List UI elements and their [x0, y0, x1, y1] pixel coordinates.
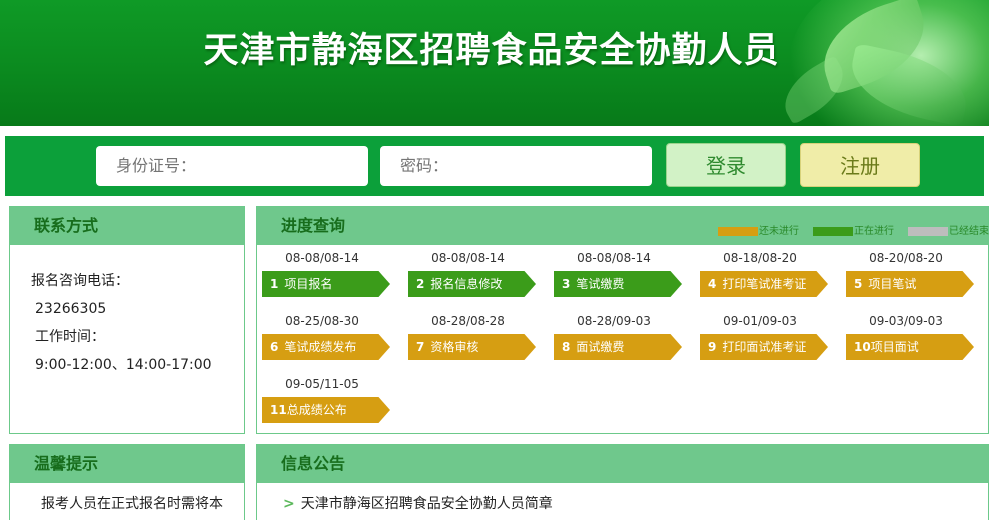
progress-panel: 进度查询 还未进行 正在进行 已经结束 08-08/08-14 1 项目报名 08…: [256, 206, 989, 434]
step-label: 打印面试准考证: [722, 340, 807, 354]
step-label: 笔试缴费: [576, 277, 625, 291]
step-date: 08-08/08-14: [431, 251, 505, 265]
progress-step: 08-28/09-03 8 面试缴费: [554, 313, 682, 360]
step-tag[interactable]: 3 笔试缴费: [554, 271, 682, 297]
progress-step: 09-05/11-05 11总成绩公布: [262, 376, 390, 423]
step-label: 笔试成绩发布: [284, 340, 357, 354]
notice-item-link[interactable]: 天津市静海区招聘食品安全协勤人员简章: [301, 496, 553, 512]
id-number-input[interactable]: [96, 146, 368, 186]
hours-value: 9:00-12:00、14:00-17:00: [35, 357, 212, 373]
step-number: 1: [270, 277, 279, 291]
step-label: 面试缴费: [576, 340, 625, 354]
step-date: 09-03/09-03: [869, 314, 943, 328]
step-number: 2: [416, 277, 425, 291]
legend-swatch: [908, 226, 948, 236]
contact-panel: 联系方式 报名咨询电话： 23266305 工作时间： 9:00-12:00、1…: [9, 206, 245, 434]
legend-item-ongoing: 正在进行: [813, 222, 894, 237]
progress-step: 08-08/08-14 1 项目报名: [262, 250, 390, 297]
step-tag[interactable]: 2 报名信息修改: [408, 271, 536, 297]
step-number: 3: [562, 277, 571, 291]
contact-title: 联系方式: [10, 207, 244, 245]
password-input[interactable]: [380, 146, 652, 186]
step-label: 总成绩公布: [286, 403, 347, 417]
progress-step: 08-28/08-28 7 资格审核: [408, 313, 536, 360]
login-bar: 登录 注册: [5, 136, 984, 196]
step-label: 报名信息修改: [430, 277, 503, 291]
notice-title: 信息公告: [257, 445, 988, 483]
phone-number: 23266305: [35, 301, 107, 317]
progress-step: 08-08/08-14 3 笔试缴费: [554, 250, 682, 297]
step-number: 4: [708, 277, 717, 291]
step-tag[interactable]: 8 面试缴费: [554, 334, 682, 360]
step-label: 项目报名: [284, 277, 333, 291]
progress-step: 09-03/09-03 10项目面试: [846, 313, 974, 360]
step-number: 9: [708, 340, 717, 354]
hours-label: 工作时间：: [35, 329, 105, 345]
login-button[interactable]: 登录: [666, 143, 786, 187]
legend-swatch: [718, 226, 758, 236]
progress-step: 08-25/08-30 6 笔试成绩发布: [262, 313, 390, 360]
step-label: 项目面试: [870, 340, 919, 354]
step-date: 08-08/08-14: [285, 251, 359, 265]
step-number: 5: [854, 277, 863, 291]
notice-item[interactable]: > 天津市静海区招聘食品安全协勤人员简章: [283, 491, 988, 517]
progress-step: 08-08/08-14 2 报名信息修改: [408, 250, 536, 297]
page-title: 天津市静海区招聘食品安全协勤人员: [203, 31, 780, 71]
legend-item-pending: 还未进行: [718, 222, 799, 237]
step-number: 11: [270, 403, 287, 417]
tips-text: 报考人员在正式报名时需将本人: [41, 496, 223, 512]
step-date: 08-18/08-20: [723, 251, 797, 265]
step-tag[interactable]: 7 资格审核: [408, 334, 536, 360]
tips-title: 温馨提示: [10, 445, 244, 483]
step-label: 资格审核: [430, 340, 479, 354]
step-tag[interactable]: 1 项目报名: [262, 271, 390, 297]
step-date: 09-05/11-05: [285, 377, 359, 391]
step-number: 8: [562, 340, 571, 354]
tips-panel: 温馨提示 报考人员在正式报名时需将本人: [9, 444, 245, 520]
progress-step: 08-18/08-20 4 打印笔试准考证: [700, 250, 828, 297]
step-label: 项目笔试: [868, 277, 917, 291]
step-date: 09-01/09-03: [723, 314, 797, 328]
notice-panel: 信息公告 > 天津市静海区招聘食品安全协勤人员简章: [256, 444, 989, 520]
step-tag[interactable]: 11总成绩公布: [262, 397, 390, 423]
step-date: 08-08/08-14: [577, 251, 651, 265]
legend-label: 已经结束: [949, 226, 989, 237]
step-number: 6: [270, 340, 279, 354]
step-date: 08-28/09-03: [577, 314, 651, 328]
chevron-right-icon: >: [283, 496, 295, 512]
legend-swatch: [813, 226, 853, 236]
progress-step: 08-20/08-20 5 项目笔试: [846, 250, 974, 297]
legend-label: 还未进行: [759, 226, 799, 237]
legend-item-finished: 已经结束: [908, 222, 989, 237]
step-tag[interactable]: 6 笔试成绩发布: [262, 334, 390, 360]
step-number: 10: [854, 340, 871, 354]
step-label: 打印笔试准考证: [722, 277, 807, 291]
step-tag[interactable]: 9 打印面试准考证: [700, 334, 828, 360]
step-tag[interactable]: 5 项目笔试: [846, 271, 974, 297]
step-tag[interactable]: 10项目面试: [846, 334, 974, 360]
step-tag[interactable]: 4 打印笔试准考证: [700, 271, 828, 297]
legend-label: 正在进行: [854, 226, 894, 237]
register-button[interactable]: 注册: [800, 143, 920, 187]
progress-step: 09-01/09-03 9 打印面试准考证: [700, 313, 828, 360]
header-banner: 天津市静海区招聘食品安全协勤人员: [0, 0, 989, 126]
phone-label: 报名咨询电话：: [31, 273, 129, 289]
step-date: 08-20/08-20: [869, 251, 943, 265]
step-date: 08-25/08-30: [285, 314, 359, 328]
step-number: 7: [416, 340, 425, 354]
step-date: 08-28/08-28: [431, 314, 505, 328]
